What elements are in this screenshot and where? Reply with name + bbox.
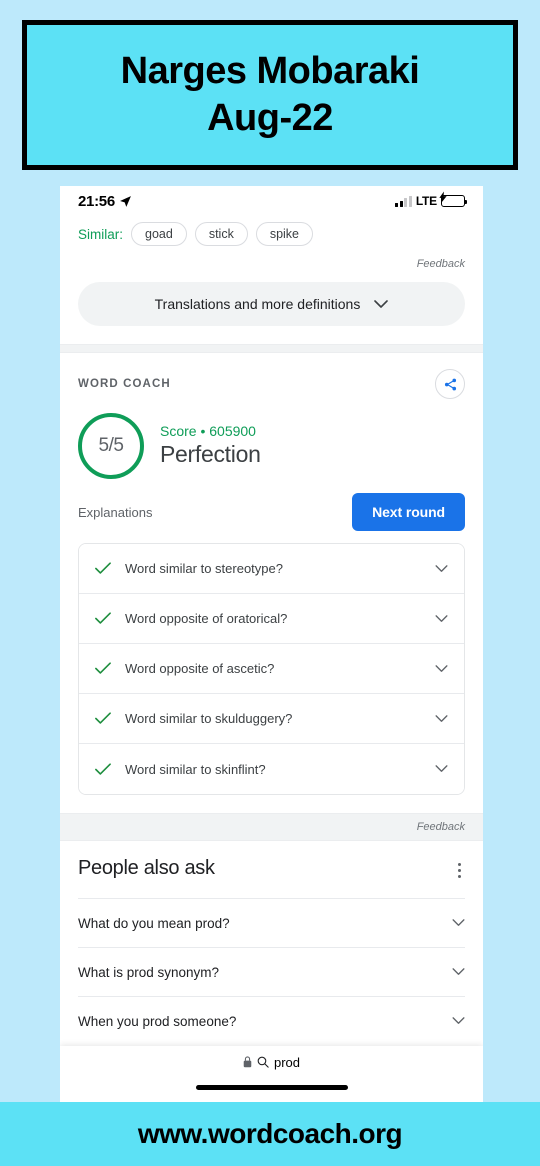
address-bar-text: prod	[273, 1054, 301, 1070]
check-icon	[95, 712, 111, 724]
explanations-list: Word similar to stereotype? Word opposit…	[78, 543, 465, 795]
explanation-question: Word similar to skulduggery?	[125, 711, 293, 726]
explanation-question: Word opposite of oratorical?	[125, 611, 288, 626]
word-coach-feedback-link[interactable]: Feedback	[60, 813, 483, 841]
status-bar-right: LTE	[395, 191, 467, 208]
explanation-row[interactable]: Word opposite of oratorical?	[79, 594, 464, 644]
header-banner: Narges Mobaraki Aug-22	[0, 0, 540, 186]
translations-label: Translations and more definitions	[154, 296, 361, 312]
carrier-label: LTE	[415, 194, 437, 208]
similar-chip-spike[interactable]: spike	[255, 222, 314, 246]
score-summary: 5/5 Score • 605900 Perfection	[60, 403, 483, 479]
kebab-menu-icon[interactable]	[454, 857, 465, 884]
definitions-feedback-link[interactable]: Feedback	[60, 248, 483, 276]
chevron-down-icon[interactable]	[435, 564, 448, 573]
similar-chip-stick[interactable]: stick	[194, 222, 248, 246]
paa-question-row[interactable]: When you prod someone?	[78, 996, 465, 1045]
signal-bars-icon	[395, 195, 412, 207]
explanations-header: Explanations Next round	[60, 479, 483, 543]
footer-url: www.wordcoach.org	[137, 1118, 403, 1149]
safari-toolbar: prod	[60, 1046, 483, 1102]
translations-section: Translations and more definitions	[60, 276, 483, 344]
chevron-down-icon[interactable]	[452, 968, 465, 976]
score-fraction: 5/5	[98, 435, 124, 456]
share-icon[interactable]	[435, 369, 465, 399]
people-also-ask-section: People also ask What do you mean prod? W…	[60, 841, 483, 1045]
score-rating-word: Perfection	[160, 441, 261, 468]
check-icon	[95, 612, 111, 624]
check-icon	[95, 762, 111, 775]
status-bar-left: 21:56	[78, 193, 132, 210]
paa-question-text: What is prod synonym?	[78, 964, 220, 980]
score-text-block: Score • 605900 Perfection	[160, 423, 261, 469]
next-round-button[interactable]: Next round	[352, 493, 465, 531]
phone-screenshot: 21:56 LTE Similar: goad stick spike Feed…	[60, 186, 483, 1102]
chevron-down-icon[interactable]	[452, 1017, 465, 1025]
paa-question-row[interactable]: What is prod synonym?	[78, 947, 465, 996]
footer-banner: www.wordcoach.org	[0, 1102, 540, 1166]
chevron-down-icon[interactable]	[452, 919, 465, 927]
paa-question-text: What do you mean prod?	[78, 915, 230, 931]
explanation-row[interactable]: Word similar to skinflint?	[79, 744, 464, 794]
chevron-down-icon[interactable]	[435, 664, 448, 673]
similar-label: Similar:	[78, 226, 124, 242]
explanation-row[interactable]: Word opposite of ascetic?	[79, 644, 464, 694]
lock-icon	[243, 1056, 252, 1068]
similar-chip-goad[interactable]: goad	[131, 222, 187, 246]
header-date: Aug-22	[207, 97, 333, 139]
explanation-question: Word similar to stereotype?	[125, 561, 283, 576]
section-divider	[60, 344, 483, 353]
header-banner-box: Narges Mobaraki Aug-22	[22, 20, 518, 170]
home-indicator[interactable]	[195, 1085, 348, 1090]
check-icon	[95, 662, 111, 674]
explanations-label: Explanations	[78, 504, 153, 520]
header-author-name: Narges Mobaraki	[120, 50, 420, 93]
search-icon	[257, 1056, 269, 1068]
people-also-ask-header: People also ask	[78, 857, 465, 898]
status-time: 21:56	[78, 192, 115, 210]
status-bar: 21:56 LTE	[60, 186, 483, 216]
explanation-row[interactable]: Word similar to stereotype?	[79, 544, 464, 594]
paa-question-row[interactable]: What do you mean prod?	[78, 898, 465, 947]
word-coach-header: WORD COACH	[60, 353, 483, 403]
explanation-row[interactable]: Word similar to skulduggery?	[79, 694, 464, 744]
page-title: People also ask	[78, 857, 215, 879]
similar-words-row: Similar: goad stick spike	[60, 216, 483, 248]
battery-charging-icon	[439, 191, 467, 207]
address-bar[interactable]: prod	[60, 1046, 483, 1078]
share-glyph-icon	[444, 378, 456, 390]
translations-expand-button[interactable]: Translations and more definitions	[78, 282, 465, 326]
chevron-down-icon[interactable]	[435, 614, 448, 623]
explanation-question: Word similar to skinflint?	[125, 761, 266, 777]
score-total: Score • 605900	[160, 422, 256, 439]
chevron-down-icon[interactable]	[435, 714, 448, 723]
bolt-icon	[439, 191, 447, 203]
score-ring: 5/5	[78, 413, 144, 479]
location-arrow-icon	[119, 195, 131, 207]
explanation-question: Word opposite of ascetic?	[125, 661, 275, 676]
chevron-down-icon[interactable]	[435, 765, 448, 773]
word-coach-label: WORD COACH	[78, 378, 171, 390]
check-icon	[95, 562, 111, 574]
chevron-down-icon	[374, 299, 389, 308]
paa-question-text: When you prod someone?	[78, 1013, 237, 1029]
